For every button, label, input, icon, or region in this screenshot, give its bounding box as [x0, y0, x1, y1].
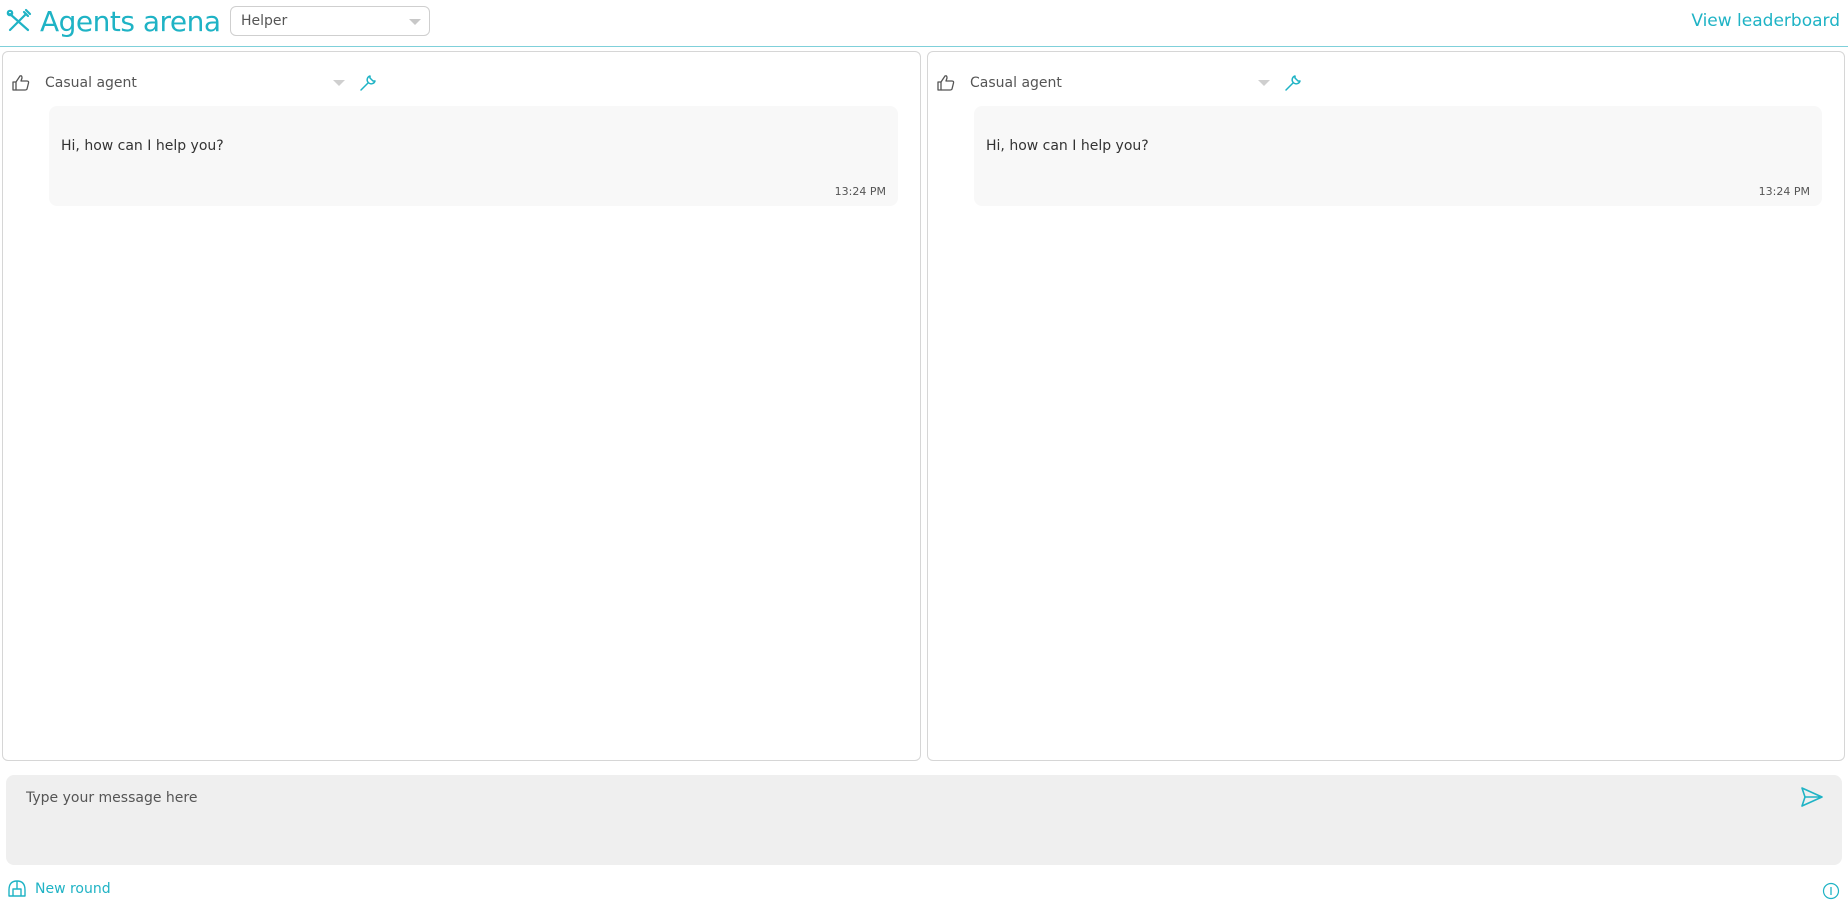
model-select[interactable]: Casual agent: [45, 71, 345, 95]
crossed-tools-icon: [6, 8, 32, 32]
chat-message: Hi, how can I help you? 13:24 PM: [974, 106, 1822, 206]
agent-type-select-value: Helper: [241, 13, 288, 29]
message-input[interactable]: [26, 783, 1766, 813]
message-timestamp: 13:24 PM: [1758, 185, 1810, 198]
wrench-icon[interactable]: [1283, 73, 1303, 93]
send-icon[interactable]: [1800, 785, 1824, 809]
message-timestamp: 13:24 PM: [834, 185, 886, 198]
wrench-icon[interactable]: [358, 73, 378, 93]
chat-message: Hi, how can I help you? 13:24 PM: [49, 106, 898, 206]
chevron-down-icon: [409, 19, 421, 25]
message-text: Hi, how can I help you?: [986, 138, 1149, 154]
new-round-button[interactable]: New round: [6, 877, 111, 901]
thumbs-up-icon[interactable]: [936, 73, 956, 93]
app-title: Agents arena: [40, 4, 221, 38]
info-icon[interactable]: [1822, 882, 1840, 900]
message-composer: [6, 775, 1842, 865]
chat-panel-right: Casual agent Hi, how can I help you? 13:…: [927, 51, 1845, 761]
panel-toolbar: Casual agent: [928, 69, 1844, 95]
panel-toolbar: Casual agent: [3, 69, 920, 95]
app-header: Agents arena Helper View leaderboard: [0, 0, 1848, 47]
new-round-label: New round: [35, 881, 111, 897]
brand: Agents arena: [6, 4, 221, 38]
model-select-value: Casual agent: [970, 75, 1062, 91]
view-leaderboard-link[interactable]: View leaderboard: [1691, 11, 1840, 31]
model-select-value: Casual agent: [45, 75, 137, 91]
model-select[interactable]: Casual agent: [970, 71, 1270, 95]
helmet-icon: [8, 880, 26, 897]
agent-type-select[interactable]: Helper: [230, 6, 430, 36]
chat-panel-left: Casual agent Hi, how can I help you? 13:…: [2, 51, 921, 761]
chevron-down-icon: [333, 80, 345, 86]
message-text: Hi, how can I help you?: [61, 138, 224, 154]
thumbs-up-icon[interactable]: [11, 73, 31, 93]
chevron-down-icon: [1258, 80, 1270, 86]
